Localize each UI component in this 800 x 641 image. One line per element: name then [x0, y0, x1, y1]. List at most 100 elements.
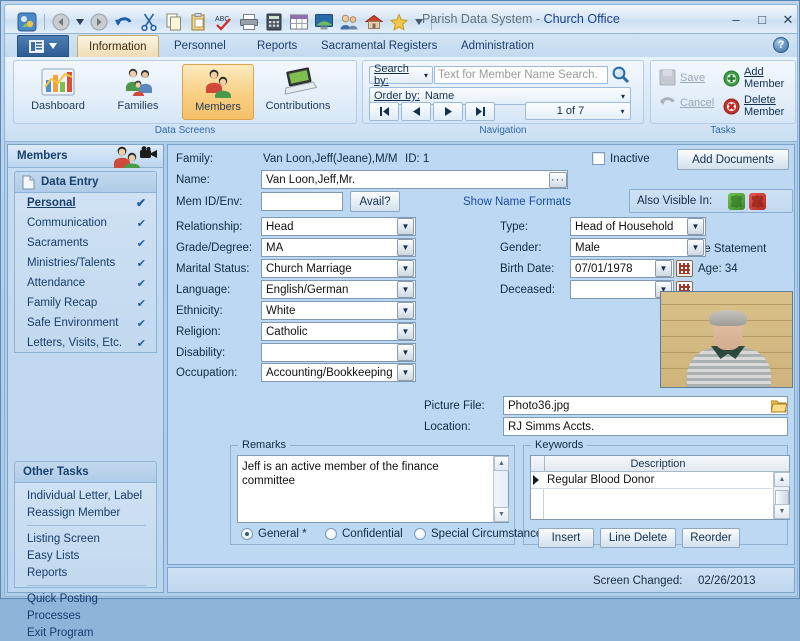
remarks-textarea[interactable]: Jeff is an active member of the finance … — [237, 455, 509, 523]
line-delete-button[interactable]: Line Delete — [600, 528, 676, 548]
sidebar-link-individual-letter-label[interactable]: Individual Letter, Label — [15, 487, 156, 504]
scroll-up-icon[interactable]: ▲ — [774, 472, 790, 487]
paste-icon[interactable] — [187, 10, 211, 34]
relationship-combo[interactable]: Head ▼ — [261, 217, 416, 236]
sidebar-item-communication[interactable]: Communication ✔ — [15, 213, 156, 233]
birth-date-combo[interactable]: 07/01/1978 ▼ — [570, 259, 674, 278]
favorite-icon[interactable] — [387, 10, 411, 34]
nav-last-button[interactable] — [465, 102, 495, 121]
close-button[interactable]: ✕ — [777, 12, 799, 28]
app-logo-icon[interactable] — [15, 10, 39, 34]
calculator-icon[interactable] — [262, 10, 286, 34]
sidebar-item-letters-visits[interactable]: Letters, Visits, Etc. ✔ — [15, 333, 156, 353]
puzzle-green-icon[interactable] — [728, 192, 746, 210]
name-input[interactable]: Van Loon,Jeff,Mr. — [261, 170, 568, 189]
sidebar-link-exit-program[interactable]: Exit Program — [15, 624, 156, 641]
sidebar-section-data-entry[interactable]: Data Entry — [14, 171, 157, 193]
birth-date-calendar-button[interactable] — [676, 260, 693, 277]
show-name-formats-link[interactable]: Show Name Formats — [463, 196, 571, 208]
search-input[interactable]: Text for Member Name Search. — [434, 66, 608, 84]
back-icon[interactable] — [49, 10, 73, 34]
type-combo[interactable]: Head of Household ▼ — [570, 217, 706, 236]
record-counter-combo[interactable]: 1 of 7 ▾ — [525, 102, 631, 120]
minimize-button[interactable]: – — [725, 12, 747, 28]
marital-status-combo[interactable]: Church Marriage ▼ — [261, 259, 416, 278]
sidebar-link-easy-lists[interactable]: Easy Lists — [15, 547, 156, 564]
magnifier-icon[interactable] — [611, 65, 630, 84]
scroll-up-icon[interactable]: ▲ — [494, 456, 509, 471]
tab-information[interactable]: Information — [77, 35, 159, 57]
gender-combo[interactable]: Male ▼ — [570, 238, 706, 257]
tab-administration[interactable]: Administration — [450, 35, 545, 57]
families-button[interactable]: Families — [102, 64, 174, 120]
video-camera-icon[interactable] — [139, 146, 159, 160]
deceased-combo[interactable]: ▼ — [570, 280, 674, 299]
language-combo[interactable]: English/German ▼ — [261, 280, 416, 299]
remarks-scrollbar[interactable]: ▲ ▼ — [493, 456, 509, 522]
sidebar-item-attendance[interactable]: Attendance ✔ — [15, 273, 156, 293]
forward-icon[interactable] — [87, 10, 111, 34]
religion-combo[interactable]: Catholic ▼ — [261, 322, 416, 341]
sidebar-item-family-recap[interactable]: Family Recap ✔ — [15, 293, 156, 313]
insert-button[interactable]: Insert — [538, 528, 594, 548]
keywords-scrollbar[interactable]: ▲ ▼ — [773, 472, 790, 519]
add-documents-button[interactable]: Add Documents — [677, 149, 789, 170]
sidebar-link-reassign-member[interactable]: Reassign Member — [15, 504, 156, 521]
monitor-icon[interactable] — [312, 10, 336, 34]
folder-browse-icon[interactable] — [770, 398, 788, 413]
nav-first-button[interactable] — [369, 102, 399, 121]
inactive-checkbox[interactable]: Inactive — [592, 152, 650, 165]
help-icon[interactable]: ? — [773, 37, 789, 53]
sidebar-item-ministries-talents[interactable]: Ministries/Talents ✔ — [15, 253, 156, 273]
keywords-grid[interactable]: Description Regular Blood Donor ▲ ▼ — [530, 455, 790, 520]
nav-prev-button[interactable] — [401, 102, 431, 121]
disability-combo[interactable]: ▼ — [261, 343, 416, 362]
dashboard-button[interactable]: Dashboard — [22, 64, 94, 120]
radio-confidential[interactable]: Confidential — [325, 528, 403, 540]
sidebar-link-reports[interactable]: Reports — [15, 564, 156, 581]
sidebar-section-other-tasks[interactable]: Other Tasks — [14, 461, 157, 483]
tab-reports[interactable]: Reports — [246, 35, 308, 57]
section-title: Data Entry — [41, 176, 99, 188]
picture-file-input[interactable]: Photo36.jpg — [503, 396, 788, 415]
home-icon[interactable] — [362, 10, 386, 34]
ethnicity-combo[interactable]: White ▼ — [261, 301, 416, 320]
scroll-down-icon[interactable]: ▼ — [774, 504, 790, 519]
members-button[interactable]: Members — [182, 64, 254, 120]
add-member-button[interactable]: Add Member — [723, 66, 784, 90]
sidebar-item-safe-environment[interactable]: Safe Environment ✔ — [15, 313, 156, 333]
radio-general[interactable]: General * — [241, 528, 307, 540]
sidebar-link-listing-screen[interactable]: Listing Screen — [15, 530, 156, 547]
back-dropdown-icon[interactable] — [74, 10, 86, 34]
maximize-button[interactable]: □ — [751, 12, 773, 28]
people-icon[interactable] — [337, 10, 361, 34]
undo-icon[interactable] — [112, 10, 136, 34]
name-ellipsis-button[interactable]: ··· — [549, 172, 567, 188]
mem-id-input[interactable] — [261, 192, 343, 211]
sidebar-link-processes[interactable]: Processes — [15, 607, 156, 624]
scroll-down-icon[interactable]: ▼ — [494, 507, 509, 522]
print-icon[interactable] — [237, 10, 261, 34]
reorder-button[interactable]: Reorder — [682, 528, 740, 548]
location-input[interactable]: RJ Simms Accts. — [503, 417, 788, 436]
application-menu-button[interactable] — [17, 35, 69, 57]
menu-tab-row: Information Personnel Reports Sacramenta… — [4, 34, 798, 57]
grade-degree-combo[interactable]: MA ▼ — [261, 238, 416, 257]
cut-icon[interactable] — [137, 10, 161, 34]
table-row[interactable]: Regular Blood Donor — [531, 472, 772, 489]
delete-member-button[interactable]: Delete Member — [723, 94, 784, 118]
tab-sacramental-registers[interactable]: Sacramental Registers — [310, 35, 448, 57]
contributions-button[interactable]: Contributions — [262, 64, 334, 120]
tab-personnel[interactable]: Personnel — [163, 35, 237, 57]
sidebar-item-personal[interactable]: Personal ✔ — [15, 193, 156, 213]
search-by-button[interactable]: Search by: ▾ — [369, 63, 433, 87]
spellcheck-icon[interactable]: ABC — [212, 10, 236, 34]
table-icon[interactable] — [287, 10, 311, 34]
sidebar-item-sacraments[interactable]: Sacraments ✔ — [15, 233, 156, 253]
copy-icon[interactable] — [162, 10, 186, 34]
item-label: Family Recap — [27, 297, 98, 309]
puzzle-red-icon[interactable] — [749, 192, 767, 210]
nav-next-button[interactable] — [433, 102, 463, 121]
avail-button[interactable]: Avail? — [350, 191, 400, 212]
occupation-combo[interactable]: Accounting/Bookkeeping ▼ — [261, 363, 416, 382]
